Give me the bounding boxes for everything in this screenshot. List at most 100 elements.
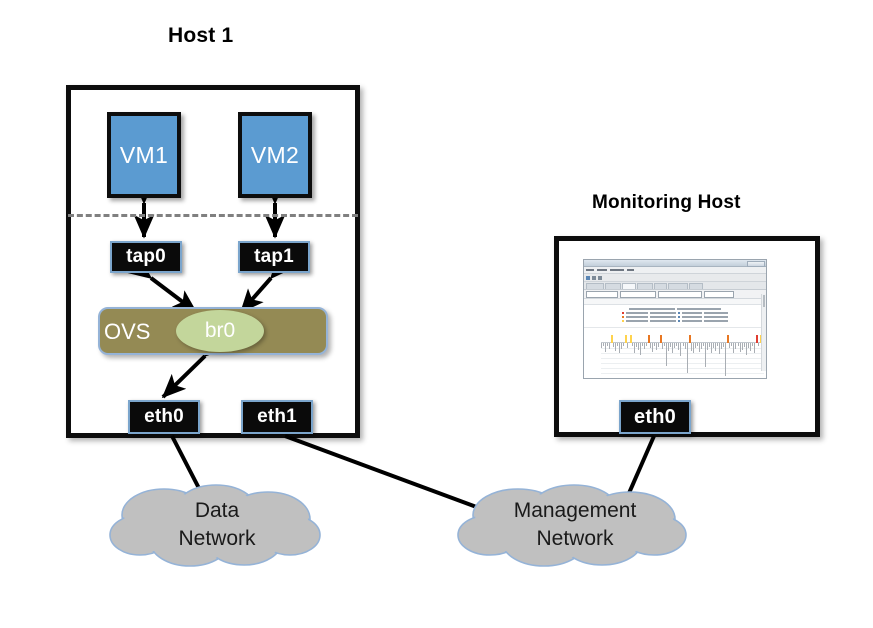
mon-chart-bar [733, 343, 735, 354]
mon-chart-bar [619, 343, 621, 354]
mon-chart-bar [609, 343, 611, 350]
mon-chart-bar-highlight [629, 335, 632, 343]
mon-chart-bar [682, 343, 684, 347]
mon-chart-bar [666, 343, 668, 366]
mon-chart-plot [584, 327, 766, 378]
mon-chart-bar [751, 343, 753, 347]
mon-chart-bar [696, 343, 698, 347]
mon-chart-bar [747, 343, 749, 349]
mon-app-tabs[interactable] [584, 282, 766, 290]
mon-chart-bar [633, 343, 635, 353]
mon-chart-bar [711, 343, 713, 353]
mon-app-toolbar[interactable] [584, 274, 766, 282]
mon-chart-bar-highlight [727, 335, 730, 343]
mon-chart-bar [649, 343, 651, 349]
mon-chart-bar [635, 343, 637, 348]
mon-chart-bar [668, 343, 670, 351]
vm2-box[interactable]: VM2 [238, 112, 312, 198]
mon-chart-bar [708, 343, 710, 348]
mon-window-controls[interactable] [747, 261, 765, 267]
mon-chart-bar [672, 343, 674, 353]
tap1-label: tap1 [254, 246, 294, 267]
mon-chart-xaxis [601, 376, 764, 378]
host1-title: Host 1 [168, 24, 234, 47]
mon-chart-bar [623, 343, 625, 346]
mon-chart-bar [698, 343, 700, 352]
mon-chart-bar-highlight [625, 335, 628, 343]
mon-chart-bar [717, 343, 719, 347]
mon-chart-bar [653, 343, 655, 347]
mon-chart-bars [601, 328, 764, 376]
mon-chart-bar [737, 343, 739, 347]
mon-chart-bar [749, 343, 751, 351]
mon-chart-bar [658, 343, 660, 348]
vm1-label: VM1 [119, 141, 169, 168]
mon-chart-bar [757, 343, 759, 346]
host1-eth1-label: eth1 [257, 406, 297, 427]
mon-chart-bar [706, 343, 708, 350]
monitoring-host-title: Monitoring Host [592, 192, 741, 213]
mon-chart-bar [662, 343, 664, 350]
mon-chart-bar [694, 343, 696, 349]
mon-chart-bar [643, 343, 645, 350]
mon-chart-bar [615, 343, 617, 351]
mon-chart-bar [702, 343, 704, 346]
mon-chart-bar [613, 343, 615, 348]
mon-chart-bar-highlight [660, 335, 663, 343]
monitoring-host-eth0-label: eth0 [634, 405, 676, 428]
mon-app-scrollbar[interactable] [761, 294, 766, 371]
mon-chart-bar [621, 343, 623, 350]
mon-chart-bar [637, 343, 639, 350]
mon-chart-bar [627, 343, 629, 349]
mon-chart-bar [676, 343, 678, 346]
vm2-label: VM2 [250, 141, 300, 168]
mon-chart-bar [641, 343, 643, 347]
mon-chart-bar-highlight [755, 335, 758, 343]
br0-label: br0 [204, 319, 236, 342]
mon-chart-bar [735, 343, 737, 350]
vm1-box[interactable]: VM1 [107, 112, 181, 198]
management-network-cloud[interactable]: Management Network [452, 479, 698, 574]
mon-app-menubar[interactable] [584, 267, 766, 274]
mon-chart-bar [664, 343, 666, 347]
mon-app-filter-row[interactable] [584, 290, 766, 299]
mon-chart-bar [704, 343, 706, 368]
mon-chart-bar [753, 343, 755, 353]
mon-chart-bar [601, 343, 602, 349]
mon-chart-bar-highlight [611, 335, 614, 343]
monitoring-host-eth0-interface[interactable]: eth0 [619, 400, 691, 434]
mon-chart-legend [584, 305, 766, 327]
mon-chart-bar [651, 343, 653, 352]
mon-chart-bar [686, 343, 688, 374]
mon-chart-bar [603, 343, 605, 347]
mon-chart-bar [731, 343, 733, 346]
mon-chart-bar [605, 343, 607, 352]
mon-chart-bar [607, 343, 609, 346]
mon-chart-bar [645, 343, 647, 346]
mon-chart-bar [745, 343, 747, 356]
mon-chart-bar [684, 343, 686, 350]
data-network-cloud[interactable]: Data Network [104, 479, 330, 574]
mon-chart-bar [674, 343, 676, 349]
mon-chart-bar [692, 343, 694, 354]
mon-chart-bar [719, 343, 721, 355]
mon-chart-bar [639, 343, 641, 356]
mon-chart-bar-highlight [647, 335, 650, 343]
mon-chart-bar [739, 343, 741, 352]
br0-bridge[interactable]: br0 [176, 310, 264, 352]
tap1-interface[interactable]: tap1 [238, 241, 310, 273]
ovs-label: OVS [104, 319, 151, 344]
mon-chart-bar [729, 343, 731, 349]
host1-eth0-interface[interactable]: eth0 [128, 400, 200, 434]
host1-eth1-interface[interactable]: eth1 [241, 400, 313, 434]
mon-chart-bar [680, 343, 682, 357]
mon-app-titlebar [584, 260, 766, 267]
mon-chart-bar-highlight [688, 335, 691, 343]
mon-chart-bar [715, 343, 717, 351]
host1-eth0-label: eth0 [144, 406, 184, 427]
mon-chart-bar [656, 343, 657, 350]
diagram-canvas: Host 1 VM1 VM2 tap0 tap1 OVS br0 eth0 et… [0, 0, 873, 628]
mon-chart-yaxis [584, 328, 600, 378]
monitoring-app-screenshot[interactable] [583, 259, 767, 379]
tap0-interface[interactable]: tap0 [110, 241, 182, 273]
